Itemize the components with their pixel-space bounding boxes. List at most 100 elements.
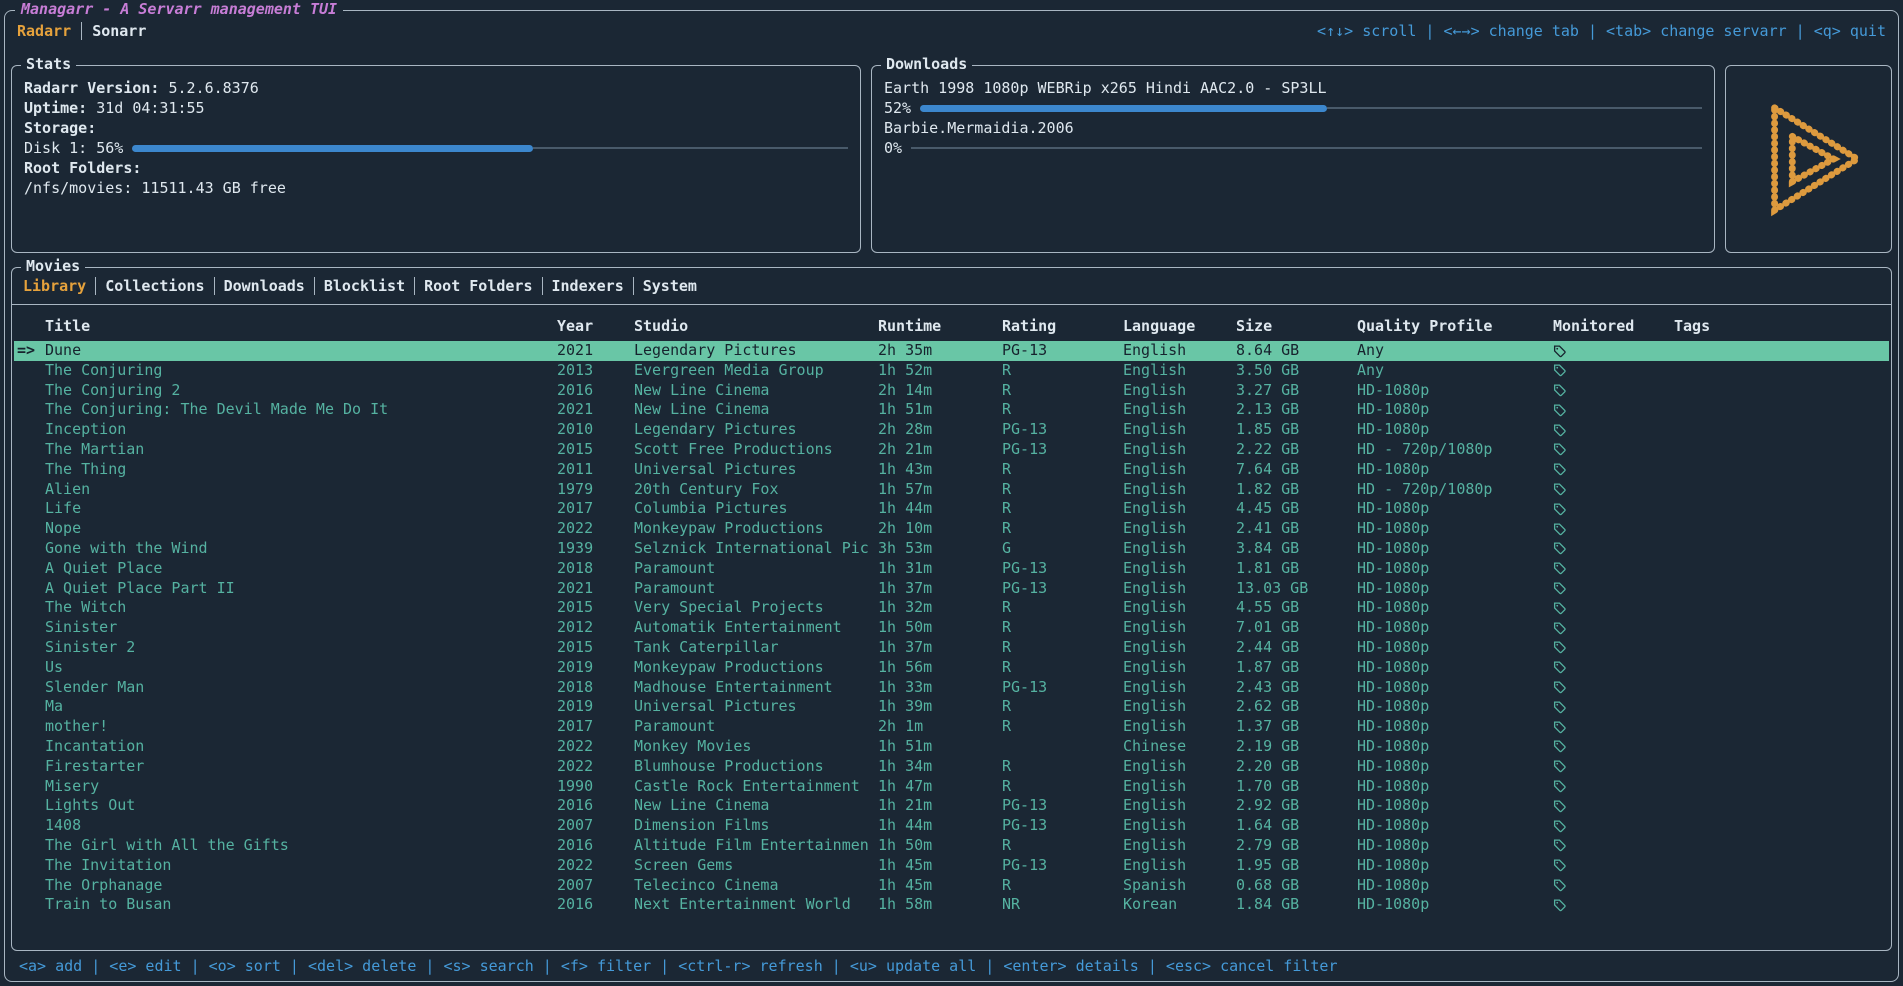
tab-root-folders[interactable]: Root Folders xyxy=(424,277,532,295)
movie-row[interactable]: The Girl with All the Gifts 2016 Altitud… xyxy=(14,836,1889,856)
movie-row[interactable]: The Martian 2015 Scott Free Productions … xyxy=(14,440,1889,460)
movie-row[interactable]: Us 2019 Monkeypaw Productions 1h 56m R E… xyxy=(14,658,1889,678)
tab-downloads[interactable]: Downloads xyxy=(224,277,305,295)
movie-studio: Altitude Film Entertainmen xyxy=(634,836,878,856)
movie-year: 2016 xyxy=(557,895,634,915)
movie-monitored xyxy=(1553,876,1674,896)
gauge-track-line xyxy=(911,147,1702,149)
movie-row[interactable]: Gone with the Wind 1939 Selznick Interna… xyxy=(14,539,1889,559)
movie-row[interactable]: Sinister 2012 Automatik Entertainment 1h… xyxy=(14,618,1889,638)
movie-rating: R xyxy=(1002,876,1123,896)
movie-year: 2007 xyxy=(557,876,634,896)
download-progress-gauge xyxy=(920,105,1702,112)
disk-label: Disk 1: xyxy=(24,139,87,157)
movie-language: English xyxy=(1123,460,1236,480)
tab-blocklist[interactable]: Blocklist xyxy=(324,277,405,295)
movie-runtime: 1h 44m xyxy=(878,816,1002,836)
movie-year: 2022 xyxy=(557,856,634,876)
column-header-rating: Rating xyxy=(1002,317,1123,335)
movie-row[interactable]: A Quiet Place 2018 Paramount 1h 31m PG-1… xyxy=(14,559,1889,579)
movie-row[interactable]: The Conjuring: The Devil Made Me Do It 2… xyxy=(14,400,1889,420)
movie-row[interactable]: Train to Busan 2016 Next Entertainment W… xyxy=(14,895,1889,915)
logo-panel xyxy=(1725,65,1892,253)
movie-monitored xyxy=(1553,678,1674,698)
movie-runtime: 1h 50m xyxy=(878,618,1002,638)
movie-runtime: 1h 56m xyxy=(878,658,1002,678)
movie-row[interactable]: mother! 2017 Paramount 2h 1m R English 1… xyxy=(14,717,1889,737)
movie-title: Ma xyxy=(45,697,557,717)
movie-runtime: 1h 37m xyxy=(878,638,1002,658)
movie-quality-profile: HD-1080p xyxy=(1357,420,1553,440)
movie-size: 2.20 GB xyxy=(1236,757,1357,777)
version-label: Radarr Version: xyxy=(24,79,159,97)
movie-title: Life xyxy=(45,499,557,519)
movie-monitored xyxy=(1553,598,1674,618)
movie-quality-profile: HD-1080p xyxy=(1357,400,1553,420)
movie-row[interactable]: Life 2017 Columbia Pictures 1h 44m R Eng… xyxy=(14,499,1889,519)
movie-year: 2017 xyxy=(557,499,634,519)
movie-runtime: 1h 32m xyxy=(878,598,1002,618)
movie-quality-profile: Any xyxy=(1357,341,1553,361)
movie-quality-profile: HD-1080p xyxy=(1357,697,1553,717)
movie-row[interactable]: => Dune 2021 Legendary Pictures 2h 35m P… xyxy=(14,341,1889,361)
movie-language: English xyxy=(1123,618,1236,638)
movie-monitored xyxy=(1553,796,1674,816)
download-percent: 0% xyxy=(884,139,902,157)
tab-collections[interactable]: Collections xyxy=(105,277,204,295)
column-header-size: Size xyxy=(1236,317,1357,335)
movie-row[interactable]: Ma 2019 Universal Pictures 1h 39m R Engl… xyxy=(14,697,1889,717)
monitored-tag-icon xyxy=(1553,522,1566,536)
movie-row[interactable]: Inception 2010 Legendary Pictures 2h 28m… xyxy=(14,420,1889,440)
movie-row[interactable]: Firestarter 2022 Blumhouse Productions 1… xyxy=(14,757,1889,777)
movie-monitored xyxy=(1553,400,1674,420)
tab-library[interactable]: Library xyxy=(23,277,86,295)
movie-row[interactable]: The Thing 2011 Universal Pictures 1h 43m… xyxy=(14,460,1889,480)
movie-language: Spanish xyxy=(1123,876,1236,896)
column-header-monitored: Monitored xyxy=(1553,317,1674,335)
monitored-tag-icon xyxy=(1553,462,1566,476)
movie-row[interactable]: The Conjuring 2013 Evergreen Media Group… xyxy=(14,361,1889,381)
top-panels-row: Stats Radarr Version: 5.2.6.8376 Uptime:… xyxy=(5,51,1898,253)
movie-year: 2015 xyxy=(557,440,634,460)
movie-studio: Blumhouse Productions xyxy=(634,757,878,777)
movie-row[interactable]: Slender Man 2018 Madhouse Entertainment … xyxy=(14,678,1889,698)
movie-language: English xyxy=(1123,361,1236,381)
movie-quality-profile: HD-1080p xyxy=(1357,559,1553,579)
tab-sonarr[interactable]: Sonarr xyxy=(92,22,146,40)
tab-radarr[interactable]: Radarr xyxy=(17,22,71,40)
movie-row[interactable]: The Witch 2015 Very Special Projects 1h … xyxy=(14,598,1889,618)
movie-title: 1408 xyxy=(45,816,557,836)
movie-title: The Orphanage xyxy=(45,876,557,896)
movie-rating: NR xyxy=(1002,895,1123,915)
tab-indexers[interactable]: Indexers xyxy=(552,277,624,295)
movie-size: 7.01 GB xyxy=(1236,618,1357,638)
movie-rating: R xyxy=(1002,400,1123,420)
movie-monitored xyxy=(1553,420,1674,440)
movie-row[interactable]: Alien 1979 20th Century Fox 1h 57m R Eng… xyxy=(14,480,1889,500)
movie-quality-profile: HD-1080p xyxy=(1357,737,1553,757)
movie-year: 1979 xyxy=(557,480,634,500)
movie-studio: Scott Free Productions xyxy=(634,440,878,460)
movie-row[interactable]: Lights Out 2016 New Line Cinema 1h 21m P… xyxy=(14,796,1889,816)
movie-row[interactable]: 1408 2007 Dimension Films 1h 44m PG-13 E… xyxy=(14,816,1889,836)
movie-row[interactable]: The Conjuring 2 2016 New Line Cinema 2h … xyxy=(14,381,1889,401)
movie-row[interactable]: A Quiet Place Part II 2021 Paramount 1h … xyxy=(14,579,1889,599)
movie-row[interactable]: The Orphanage 2007 Telecinco Cinema 1h 4… xyxy=(14,876,1889,896)
movie-monitored xyxy=(1553,658,1674,678)
help-bar: <a> add | <e> edit | <o> sort | <del> de… xyxy=(11,953,1892,979)
movie-size: 13.03 GB xyxy=(1236,579,1357,599)
movie-monitored xyxy=(1553,440,1674,460)
movie-rating: PG-13 xyxy=(1002,440,1123,460)
movie-row[interactable]: The Invitation 2022 Screen Gems 1h 45m P… xyxy=(14,856,1889,876)
managarr-play-logo-icon xyxy=(1745,100,1873,218)
movie-monitored xyxy=(1553,856,1674,876)
movie-row[interactable]: Incantation 2022 Monkey Movies 1h 51m Ch… xyxy=(14,737,1889,757)
movie-row[interactable]: Nope 2022 Monkeypaw Productions 2h 10m R… xyxy=(14,519,1889,539)
movie-row[interactable]: Misery 1990 Castle Rock Entertainment 1h… xyxy=(14,777,1889,797)
movie-size: 2.13 GB xyxy=(1236,400,1357,420)
movie-rating: PG-13 xyxy=(1002,796,1123,816)
movie-language: Korean xyxy=(1123,895,1236,915)
tab-system[interactable]: System xyxy=(643,277,697,295)
movie-row[interactable]: Sinister 2 2015 Tank Caterpillar 1h 37m … xyxy=(14,638,1889,658)
movie-title: The Thing xyxy=(45,460,557,480)
